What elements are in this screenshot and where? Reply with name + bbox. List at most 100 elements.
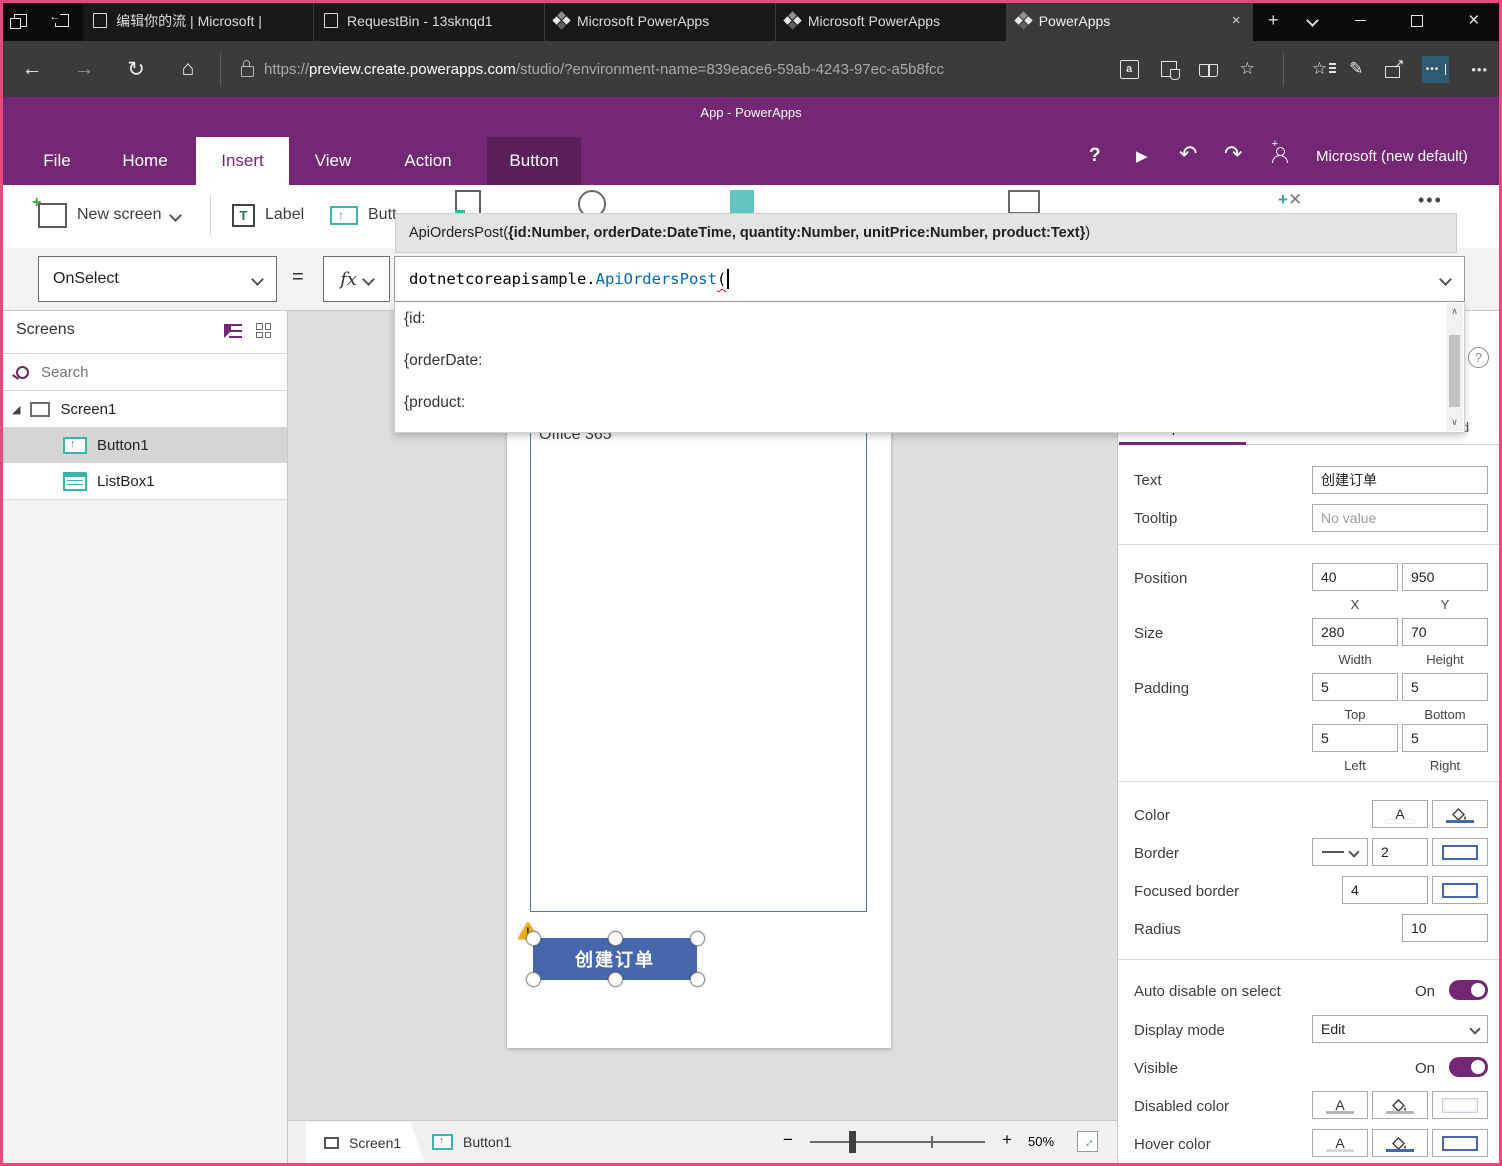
forward-icon[interactable]: → <box>58 57 110 81</box>
menu-insert-active[interactable]: Insert <box>196 137 289 185</box>
refresh-icon[interactable]: ↻ <box>110 57 162 82</box>
redo-icon[interactable]: ↷ <box>1224 141 1242 167</box>
suggestion-item[interactable]: {quantity: <box>404 424 468 433</box>
border-style-dropdown[interactable] <box>1312 838 1368 866</box>
url-text[interactable]: https://preview.create.powerapps.com/stu… <box>264 61 944 78</box>
selection-handle-top-right[interactable] <box>690 931 705 946</box>
screens-search-field[interactable]: Search <box>0 353 287 391</box>
fx-button[interactable]: fx <box>323 256 390 302</box>
focused-border-color-button[interactable] <box>1432 876 1488 904</box>
padding-right-field[interactable]: 5 <box>1402 724 1488 752</box>
hover-font-color-button[interactable]: A <box>1312 1129 1368 1157</box>
zoom-in-icon[interactable]: + <box>1002 1130 1012 1150</box>
settings-more-icon[interactable]: ••• <box>1471 62 1488 77</box>
position-y-field[interactable]: 950 <box>1402 563 1488 591</box>
undo-icon[interactable]: ↶ <box>1179 141 1197 167</box>
add-favorite-star-icon[interactable]: ☆ <box>1240 59 1255 79</box>
selection-handle-bottom-right[interactable] <box>690 972 705 987</box>
browser-tab[interactable]: Microsoft PowerApps <box>545 0 776 41</box>
position-x-field[interactable]: 40 <box>1312 563 1398 591</box>
pin-site-icon[interactable] <box>1161 61 1177 77</box>
zoom-slider-track[interactable] <box>810 1141 985 1143</box>
selection-handle-bottom-left[interactable] <box>526 972 541 987</box>
button-button[interactable]: Butt <box>330 185 396 245</box>
share-icon[interactable] <box>1385 66 1400 78</box>
selection-handle-bottom-middle[interactable] <box>608 972 623 987</box>
suggestion-scrollbar[interactable]: ∧ ∨ <box>1446 303 1463 431</box>
scrollbar-thumb[interactable] <box>1449 335 1460 407</box>
chevron-down-icon[interactable] <box>1439 273 1452 286</box>
tab-preview-icon[interactable] <box>0 0 42 41</box>
padding-left-field[interactable]: 5 <box>1312 724 1398 752</box>
new-tab-button[interactable]: + <box>1253 0 1293 41</box>
browser-tab[interactable]: 编辑你的流 | Microsoft | <box>83 0 314 41</box>
home-icon[interactable]: ⌂ <box>162 57 214 81</box>
breadcrumb-button1[interactable]: Button1 <box>432 1121 511 1163</box>
account-environment[interactable]: Microsoft (new default) <box>1316 148 1468 165</box>
window-maximize-button[interactable] <box>1389 0 1445 41</box>
fill-color-button[interactable] <box>1432 800 1488 828</box>
tree-item-button1-selected[interactable]: Button1 <box>0 427 287 463</box>
reading-view-icon[interactable] <box>1199 64 1218 77</box>
menu-home[interactable]: Home <box>106 137 184 185</box>
thumbnail-view-icon[interactable] <box>256 323 271 338</box>
window-minimize-button[interactable] <box>1333 0 1389 41</box>
suggestion-item[interactable]: {id: <box>404 302 426 340</box>
tree-item-listbox1[interactable]: ListBox1 <box>0 463 287 499</box>
tab-list-chevron-icon[interactable] <box>1293 0 1333 41</box>
selection-handle-top-middle[interactable] <box>608 931 623 946</box>
size-height-field[interactable]: 70 <box>1402 618 1488 646</box>
display-mode-dropdown[interactable]: Edit <box>1312 1015 1488 1043</box>
border-color-button[interactable] <box>1432 838 1488 866</box>
focused-border-thickness-field[interactable]: 4 <box>1342 876 1428 904</box>
formula-input[interactable]: dotnetcoreapisample.ApiOrdersPost( <box>394 256 1465 302</box>
suggestion-item[interactable]: {orderDate: <box>404 340 482 382</box>
disabled-fill-color-button[interactable] <box>1372 1091 1428 1119</box>
menu-button-contextual[interactable]: Button <box>487 137 581 185</box>
zoom-slider-thumb[interactable] <box>849 1131 856 1153</box>
suggestion-item[interactable]: {product: <box>404 382 465 424</box>
disabled-font-color-button[interactable]: A <box>1312 1091 1368 1119</box>
scroll-down-icon[interactable]: ∨ <box>1446 417 1463 428</box>
set-tabs-aside-icon[interactable] <box>42 0 84 41</box>
tree-view-icon[interactable] <box>224 324 242 338</box>
selection-handle-top-left[interactable] <box>526 931 541 946</box>
expander-icon[interactable]: ◢ <box>12 403 20 416</box>
tooltip-value-field[interactable]: No value <box>1312 504 1488 532</box>
padding-bottom-field[interactable]: 5 <box>1402 673 1488 701</box>
ribbon-more-icon[interactable]: ••• <box>1418 190 1443 211</box>
fit-to-window-icon[interactable]: ↔ <box>1077 1131 1098 1152</box>
font-color-button[interactable]: A <box>1372 800 1428 828</box>
breadcrumb-screen1[interactable]: Screen1 <box>306 1122 424 1163</box>
visible-toggle[interactable] <box>1449 1057 1488 1077</box>
favorites-hub-icon[interactable]: ☆ <box>1312 59 1327 79</box>
gallery-icon[interactable] <box>1008 190 1040 214</box>
padding-top-field[interactable]: 5 <box>1312 673 1398 701</box>
tab-close-icon[interactable]: × <box>1230 12 1243 29</box>
text-value-field[interactable]: 创建订单 <box>1312 466 1488 494</box>
extension-icon[interactable]: ••• <box>1422 56 1449 83</box>
new-screen-button[interactable]: New screen <box>38 185 180 245</box>
radius-field[interactable]: 10 <box>1402 914 1488 942</box>
menu-view[interactable]: View <box>300 137 366 185</box>
hover-fill-color-button[interactable] <box>1372 1129 1428 1157</box>
window-close-button[interactable]: × <box>1446 0 1502 41</box>
web-note-pen-icon[interactable]: ✎ <box>1349 59 1363 79</box>
browser-tab[interactable]: Microsoft PowerApps <box>776 0 1007 41</box>
property-selector[interactable]: OnSelect <box>38 256 277 302</box>
help-icon[interactable]: ? <box>1089 145 1101 167</box>
menu-action[interactable]: Action <box>388 137 468 185</box>
play-preview-icon[interactable]: ▶ <box>1136 147 1148 165</box>
hover-border-color-button[interactable] <box>1432 1129 1488 1157</box>
panel-help-icon[interactable]: ? <box>1468 347 1489 368</box>
browser-tab[interactable]: RequestBin - 13sknqd1 <box>314 0 545 41</box>
size-width-field[interactable]: 280 <box>1312 618 1398 646</box>
scroll-up-icon[interactable]: ∧ <box>1446 306 1463 317</box>
tree-item-screen1[interactable]: ◢ Screen1 <box>0 391 287 427</box>
label-button[interactable]: T Label <box>232 185 304 245</box>
border-thickness-field[interactable]: 2 <box>1372 838 1428 866</box>
disabled-border-color-button[interactable] <box>1432 1091 1488 1119</box>
charts-icon[interactable]: +✕ <box>1278 190 1302 210</box>
back-icon[interactable]: ← <box>6 57 58 81</box>
browser-tab-active[interactable]: PowerApps × <box>1007 0 1254 41</box>
